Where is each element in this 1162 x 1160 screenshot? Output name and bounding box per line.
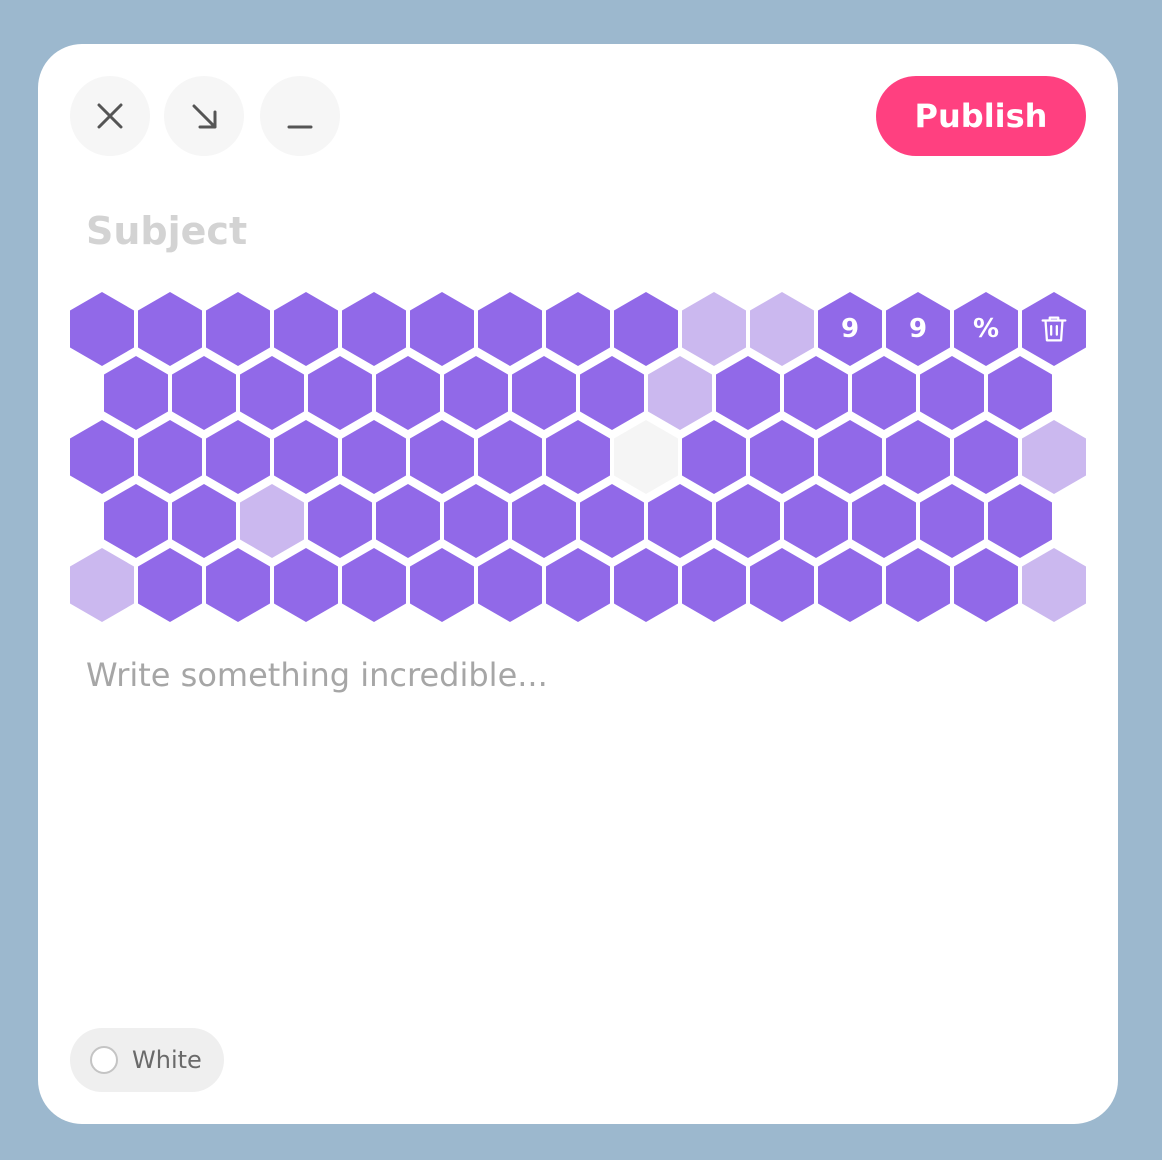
hex-cell (274, 420, 338, 494)
hex-cell: 9 (886, 292, 950, 366)
compose-window: Publish 9 9% White (38, 44, 1118, 1124)
hex-cell (784, 356, 848, 430)
hex-cell (478, 548, 542, 622)
hex-cell (920, 484, 984, 558)
hex-cell (682, 548, 746, 622)
hex-cell (70, 292, 134, 366)
hex-cell (546, 292, 610, 366)
hex-cell (444, 356, 508, 430)
hex-cell (988, 484, 1052, 558)
hex-cell (852, 484, 916, 558)
hex-cell (376, 356, 440, 430)
hex-cell (580, 484, 644, 558)
hex-cell (886, 420, 950, 494)
counter-glyph: % (972, 314, 1000, 344)
hex-cell (206, 292, 270, 366)
hex-cell (716, 356, 780, 430)
hex-cell (138, 292, 202, 366)
hex-cell (138, 548, 202, 622)
minimize-icon (287, 125, 313, 129)
hex-cell (104, 356, 168, 430)
hex-cell (342, 292, 406, 366)
hex-cell (444, 484, 508, 558)
counter-glyph: 9 (840, 314, 860, 344)
publish-button[interactable]: Publish (876, 76, 1086, 156)
hex-cell (172, 484, 236, 558)
close-icon (97, 103, 123, 129)
hex-cell (512, 484, 576, 558)
hex-cell (546, 548, 610, 622)
subject-input[interactable] (86, 206, 986, 256)
honeycomb-grid: 9 9% (70, 292, 1086, 622)
body-textarea[interactable] (86, 656, 1066, 996)
hex-cell (206, 548, 270, 622)
hex-cell (954, 548, 1018, 622)
hex-cell (614, 420, 678, 494)
hex-cell (614, 292, 678, 366)
hex-cell (410, 292, 474, 366)
counter-glyph: 9 (908, 314, 928, 344)
hex-cell (750, 420, 814, 494)
hex-cell (512, 356, 576, 430)
hex-cell (240, 356, 304, 430)
hex-cell (716, 484, 780, 558)
hex-cell (750, 548, 814, 622)
hex-cell (682, 292, 746, 366)
hex-cell (240, 484, 304, 558)
hex-cell (920, 356, 984, 430)
hex-cell (682, 420, 746, 494)
hex-cell (784, 484, 848, 558)
resize-button[interactable] (164, 76, 244, 156)
hex-cell (478, 420, 542, 494)
hex-cell (70, 420, 134, 494)
hex-cell: % (954, 292, 1018, 366)
radio-button[interactable] (90, 1046, 118, 1074)
hex-cell (274, 292, 338, 366)
hex-cell (274, 548, 338, 622)
delete-button[interactable] (1022, 292, 1086, 366)
hex-cell (1022, 548, 1086, 622)
hex-cell (886, 548, 950, 622)
hex-cell (342, 420, 406, 494)
hex-cell (70, 548, 134, 622)
hex-cell (308, 356, 372, 430)
hex-cell (580, 356, 644, 430)
hex-cell (988, 356, 1052, 430)
theme-label: White (132, 1046, 202, 1074)
trash-icon (1041, 316, 1067, 342)
hex-cell (1022, 420, 1086, 494)
hex-cell (410, 548, 474, 622)
hex-cell (648, 356, 712, 430)
hex-cell (954, 420, 1018, 494)
hex-cell (614, 548, 678, 622)
hex-cell (852, 356, 916, 430)
hex-cell (138, 420, 202, 494)
minimize-button[interactable] (260, 76, 340, 156)
hex-cell: 9 (818, 292, 882, 366)
hex-cell (342, 548, 406, 622)
hex-cell (478, 292, 542, 366)
hex-cell (410, 420, 474, 494)
close-button[interactable] (70, 76, 150, 156)
arrow-down-right-icon (192, 104, 217, 129)
hex-cell (750, 292, 814, 366)
hex-cell (546, 420, 610, 494)
hex-cell (206, 420, 270, 494)
hex-cell (818, 420, 882, 494)
hex-cell (308, 484, 372, 558)
theme-toggle[interactable]: White (70, 1028, 224, 1092)
hex-cell (648, 484, 712, 558)
hex-cell (376, 484, 440, 558)
hex-cell (818, 548, 882, 622)
hex-cell (172, 356, 236, 430)
hex-cell (104, 484, 168, 558)
